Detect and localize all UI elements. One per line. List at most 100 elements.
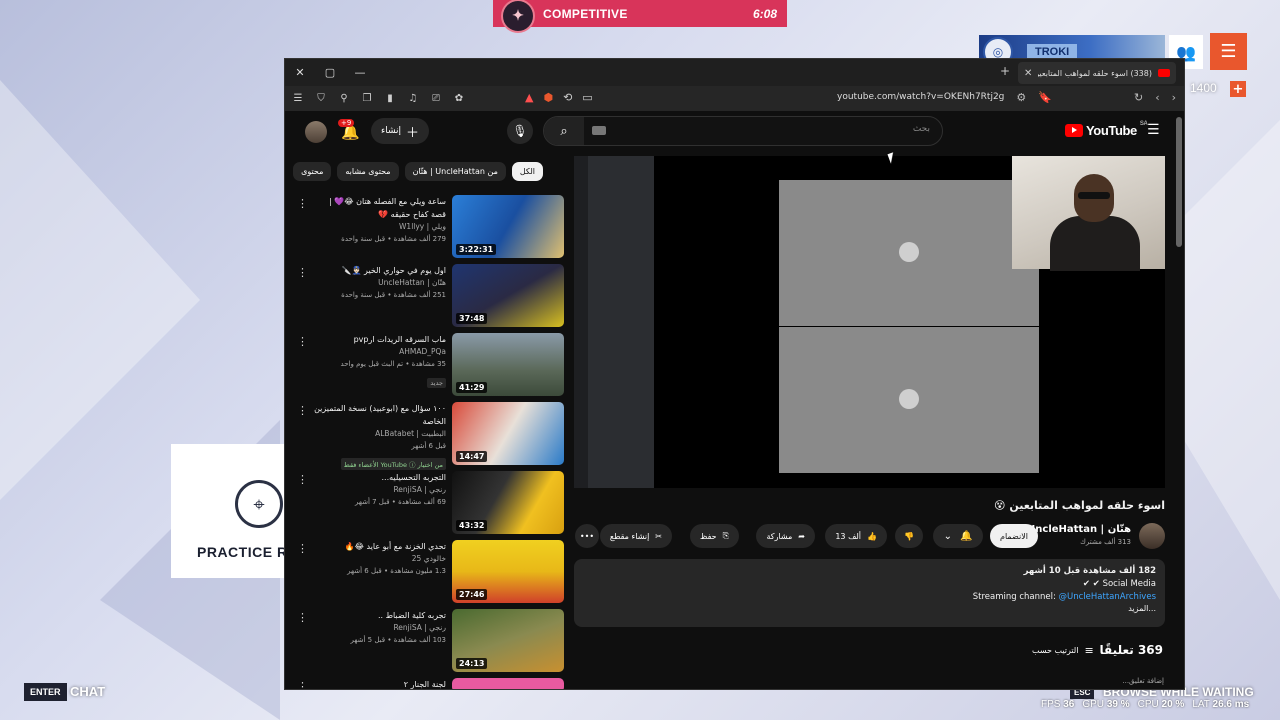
rec-text: تحدي الخزنة مع أبو عايد 😂🔥 خالودي 25 1.3… (313, 540, 446, 577)
refresh-icon[interactable]: ↻ (1134, 91, 1143, 104)
join-button[interactable]: الانضمام (990, 524, 1038, 548)
fps-value: 36 (1063, 699, 1075, 710)
tab-close-icon[interactable]: ✕ (1024, 68, 1032, 79)
list-item[interactable]: ⋮ ماب السرقه الريدات ارpvp AHMAD_PQa 35 … (285, 333, 565, 399)
cast-icon[interactable]: ▭ (582, 91, 592, 104)
close-window-button[interactable]: ✕ (285, 59, 315, 86)
video-player[interactable] (574, 156, 1165, 488)
save-button[interactable]: حفظ ⎘ (690, 524, 739, 548)
vpn-icon[interactable]: ⬢ (543, 91, 553, 104)
subscription-bell-button[interactable]: ⌄ 🔔 (933, 524, 983, 548)
reload-page-icon[interactable]: ⟲ (563, 91, 572, 104)
new-tab-button[interactable]: + (1000, 64, 1010, 78)
rec-text: ساعة ويلي مع الفصله هتان 😂💜 | قصة كفاح ح… (313, 195, 446, 245)
browser-tab[interactable]: ✕ (338) اسوء حلقه لمواهب المتابعين (1018, 62, 1176, 84)
settings-icon[interactable]: ⚙ (1016, 91, 1026, 104)
sidebar-icon[interactable]: ▮ (383, 93, 397, 104)
youtube-logo[interactable]: YouTube SA (1065, 121, 1148, 138)
create-button[interactable]: إنشاء ＋ (371, 118, 430, 144)
screenshot-icon[interactable]: ⎚ (429, 93, 443, 104)
extensions-icon[interactable]: ✿ (452, 93, 466, 104)
description-box[interactable]: 182 ألف مشاهدة قبل 10 أشهر Social Media … (574, 559, 1165, 627)
clip-button[interactable]: إنشاء مقطع ✂ (599, 524, 672, 548)
pin-icon[interactable]: ⚲ (337, 93, 351, 104)
chip-all[interactable]: الكل (511, 162, 543, 181)
like-button[interactable]: 13 ألف 👍 (825, 524, 887, 548)
more-options-icon[interactable]: ⋮ (297, 611, 308, 624)
warning-icon[interactable]: ▲ (525, 91, 533, 104)
list-item[interactable]: ⋮ تحدي الخزنة مع أبو عايد 😂🔥 خالودي 25 1… (285, 540, 565, 606)
hamburger-icon[interactable]: ☰ (291, 93, 305, 104)
account-avatar[interactable] (305, 121, 327, 143)
channel-name[interactable]: هتّان | UncleHattan (1027, 524, 1131, 535)
video-thumbnail[interactable]: 37:48 (452, 264, 564, 327)
add-comment-input[interactable]: إضافة تعليق... (1122, 677, 1164, 685)
video-thumbnail[interactable]: 24:13 (452, 609, 564, 672)
rec-meta: 1.3 مليون مشاهدة • قبل 6 أشهر (347, 567, 446, 575)
youtube-header: 🔔 +9 إنشاء ＋ 🎙 ⌕ بحث YouTube SA ☰ (285, 111, 1184, 155)
rec-channel[interactable]: هتّان | UncleHattan (313, 277, 446, 289)
list-item[interactable]: ⋮ تجربه كلية الضباط .. رنجي | RenjiSA 10… (285, 609, 565, 675)
more-options-icon[interactable]: ⋮ (297, 473, 308, 486)
rec-channel[interactable]: رنجي | RenjiSA (313, 622, 446, 634)
more-options-icon[interactable]: ⋮ (297, 335, 308, 348)
more-horizontal-icon: ••• (579, 531, 595, 541)
rec-channel[interactable]: رنجي | RenjiSA (313, 484, 446, 496)
video-thumbnail[interactable]: 3:22:31 (452, 195, 564, 258)
close-icon: ✕ (295, 66, 305, 79)
list-item[interactable]: ⋮ التجربه التحسيليه... رنجي | RenjiSA 69… (285, 471, 565, 537)
menu-button[interactable]: ☰ (1210, 33, 1247, 70)
page-scrollbar[interactable] (1176, 117, 1182, 247)
more-options-icon[interactable]: ⋮ (297, 404, 308, 417)
video-thumbnail[interactable] (452, 678, 564, 689)
music-icon[interactable]: ♫ (406, 93, 420, 104)
video-thumbnail[interactable]: 43:32 (452, 471, 564, 534)
views-date: 182 ألف مشاهدة قبل 10 أشهر (1023, 566, 1156, 576)
rec-text: التجربه التحسيليه... رنجي | RenjiSA 69 أ… (313, 471, 446, 508)
bookmark-icon[interactable]: 🔖 (1038, 91, 1052, 104)
minimize-window-button[interactable]: — (345, 59, 375, 86)
list-item[interactable]: ⋮ ساعة ويلي مع الفصله هتان 😂💜 | قصة كفاح… (285, 195, 565, 261)
filter-chips: الكل من UncleHattan | هتّان محتوى مشابه … (285, 162, 543, 181)
dislike-button[interactable]: 👎 (895, 524, 923, 548)
more-actions-button[interactable]: ••• (575, 524, 599, 548)
archive-channel-link[interactable]: @UncleHattanArchives (1059, 592, 1156, 602)
video-thumbnail[interactable]: 41:29 (452, 333, 564, 396)
video-thumbnail[interactable]: 14:47 (452, 402, 564, 465)
search-button[interactable]: ⌕ (544, 117, 584, 145)
add-currency-button[interactable]: + (1230, 81, 1246, 97)
tabs-icon[interactable]: ❐ (360, 93, 374, 104)
guide-menu-icon[interactable]: ☰ (1147, 122, 1160, 138)
rec-title: ساعة ويلي مع الفصله هتان 😂💜 | قصة كفاح ح… (329, 197, 446, 219)
forward-icon[interactable]: › (1172, 91, 1176, 104)
maximize-window-button[interactable]: ▢ (315, 59, 345, 86)
chat-label[interactable]: CHAT (70, 684, 105, 699)
rec-channel[interactable]: ويلي | W1llyy (313, 221, 446, 233)
practice-range-card[interactable]: ⌖ PRACTICE R (171, 444, 291, 578)
participant-avatar-icon (899, 389, 919, 409)
rec-channel[interactable]: خالودي 25 (313, 553, 446, 565)
chip-related[interactable]: محتوى مشابه (337, 162, 399, 181)
channel-avatar[interactable] (1139, 523, 1165, 549)
more-options-icon[interactable]: ⋮ (297, 680, 308, 689)
more-options-icon[interactable]: ⋮ (297, 266, 308, 279)
shield-icon[interactable]: ⛉ (314, 93, 328, 104)
keyboard-icon[interactable] (592, 126, 606, 135)
chip-from-channel[interactable]: من UncleHattan | هتّان (404, 162, 506, 181)
voice-search-button[interactable]: 🎙 (507, 118, 533, 144)
list-item[interactable]: ⋮ لجنة الجنار ٢ (285, 678, 565, 689)
more-options-icon[interactable]: ⋮ (297, 197, 308, 210)
address-bar[interactable]: youtube.com/watch?v=OKENh7Rtj2g (837, 92, 1004, 102)
show-more-link[interactable]: ...المزيد (583, 604, 1156, 613)
more-options-icon[interactable]: ⋮ (297, 542, 308, 555)
list-item[interactable]: ⋮ اول يوم في حواري الخير 👮🏻‍♂️🔪 هتّان | … (285, 264, 565, 330)
chip-content[interactable]: محتوى (293, 162, 332, 181)
sort-by-button[interactable]: الترتيب حسب ≡ (1032, 644, 1094, 657)
back-icon[interactable]: ‹ (1155, 91, 1159, 104)
rec-channel[interactable]: البطبيت | ALBatabet (313, 428, 446, 440)
search-bar[interactable]: ⌕ بحث (543, 116, 943, 146)
rec-channel[interactable]: AHMAD_PQa (313, 346, 446, 358)
video-thumbnail[interactable]: 27:46 (452, 540, 564, 603)
list-item[interactable]: ⋮ ١٠٠ سؤال مع (ابوعبيد) نسخة المتميزين ا… (285, 402, 565, 470)
share-button[interactable]: مشاركة ➦ (756, 524, 815, 548)
